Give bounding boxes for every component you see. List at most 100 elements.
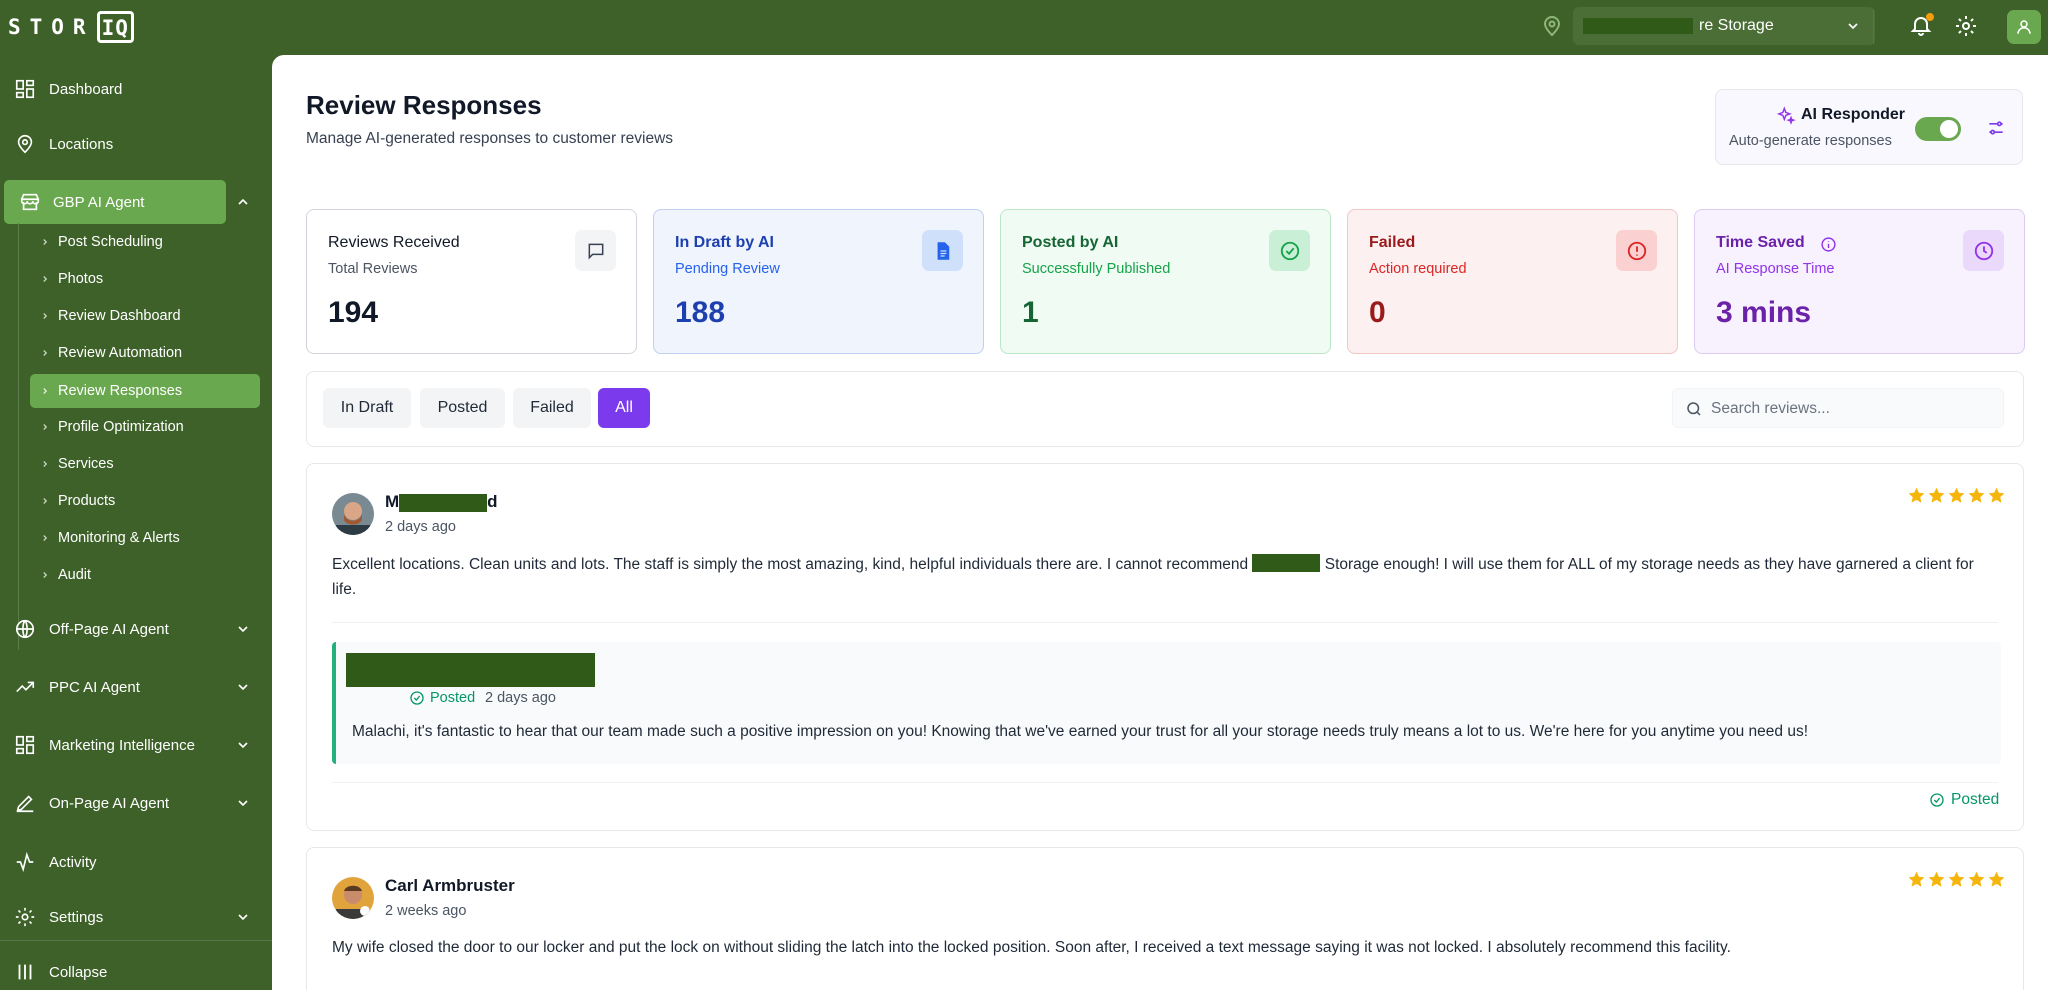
review-time: 2 days ago (385, 519, 456, 535)
sidebar-item-on-page-ai-agent[interactable]: On-Page AI Agent (0, 781, 272, 825)
reviewer-photo (332, 877, 374, 919)
submenu-line (18, 223, 19, 650)
reviewer-name: Carl Armbruster (385, 876, 515, 895)
reviewer-avatar (332, 493, 374, 535)
submenu-label: Services (58, 456, 114, 472)
chevron-right-icon (43, 276, 48, 282)
redacted-name (399, 493, 488, 512)
filter-bar: In Draft Posted Failed All Search review… (306, 371, 2024, 447)
sliders-icon[interactable] (1986, 118, 2006, 138)
redacted-business-name (1252, 554, 1321, 572)
sidebar-item-settings[interactable]: Settings (0, 895, 272, 939)
chevron-up-icon[interactable] (235, 194, 251, 210)
user-icon (2017, 20, 2031, 34)
page-title: Review Responses (306, 90, 542, 120)
sidebar-item-label: Marketing Intelligence (49, 736, 195, 754)
check-circle-icon (410, 691, 424, 705)
submenu-item-review-responses[interactable]: Review Responses (30, 374, 260, 408)
store-icon (20, 193, 40, 211)
pencil-icon (16, 795, 34, 813)
stat-icon-box (575, 230, 616, 271)
filter-tab-failed[interactable]: Failed (513, 388, 591, 428)
submenu-item-products[interactable]: Products (30, 485, 260, 517)
star-rating (1907, 870, 2006, 889)
filter-tab-in-draft[interactable]: In Draft (323, 388, 411, 428)
chevron-down-icon[interactable] (235, 909, 251, 925)
stat-value: 1 (1022, 296, 1039, 329)
stat-subtitle: Successfully Published (1022, 261, 1171, 277)
alert-circle-icon (1627, 241, 1646, 260)
chevron-down-icon[interactable] (235, 737, 251, 753)
info-icon[interactable] (1820, 236, 1837, 253)
submenu-item-review-automation[interactable]: Review Automation (30, 337, 260, 369)
search-input[interactable]: Search reviews... (1672, 388, 2004, 428)
stat-icon-box (1616, 230, 1657, 271)
submenu-label: Post Scheduling (58, 234, 163, 250)
redacted-store-name (1583, 18, 1693, 34)
submenu-item-audit[interactable]: Audit (30, 559, 260, 591)
submenu-item-review-dashboard[interactable]: Review Dashboard (30, 300, 260, 332)
sparkles-icon (1776, 106, 1796, 125)
sidebar-collapse-button[interactable]: Collapse (0, 950, 272, 990)
review-time: 2 weeks ago (385, 903, 467, 919)
top-divider (1873, 10, 1874, 44)
chevron-down-icon[interactable] (235, 679, 251, 695)
review-divider (332, 622, 1998, 623)
stat-value: 188 (675, 296, 726, 329)
ai-responder-title: AI Responder (1801, 106, 1906, 123)
sidebar-item-locations[interactable]: Locations (0, 122, 272, 166)
review-posted-label: Posted (1951, 791, 2000, 808)
sidebar-item-off-page-ai-agent[interactable]: Off-Page AI Agent (0, 607, 272, 651)
grid-icon (15, 79, 35, 99)
submenu-item-profile-optimization[interactable]: Profile Optimization (30, 411, 260, 443)
submenu-item-post-scheduling[interactable]: Post Scheduling (30, 226, 260, 258)
submenu-label: Audit (58, 567, 92, 583)
sidebar-item-gbp-ai-agent[interactable]: GBP AI Agent (0, 180, 272, 224)
redacted-responder-name (346, 653, 595, 687)
filter-tab-posted[interactable]: Posted (420, 388, 505, 428)
stat-value: 194 (328, 296, 379, 329)
document-icon (937, 241, 949, 260)
submenu-label: Photos (58, 271, 104, 287)
bars-icon (18, 964, 32, 980)
review-divider (332, 782, 1998, 783)
stat-title: Reviews Received (328, 234, 460, 251)
clock-icon (1974, 241, 1993, 260)
star-icon (1968, 487, 1985, 503)
message-icon (588, 243, 603, 259)
top-bar: STOR IQ re Storage (0, 0, 2048, 55)
store-selector[interactable]: re Storage (1573, 7, 1875, 45)
star-icon (1928, 487, 1945, 503)
chevron-down-icon[interactable] (235, 621, 251, 637)
star-icon (1948, 871, 1965, 887)
sidebar-item-marketing-intelligence[interactable]: Marketing Intelligence (0, 723, 272, 767)
stat-subtitle: Pending Review (675, 261, 780, 277)
reviewer-name: Md (385, 492, 498, 512)
star-icon (1988, 871, 2005, 887)
stat-value: 0 (1369, 296, 1386, 329)
user-avatar[interactable] (2007, 10, 2041, 44)
sidebar-item-dashboard[interactable]: Dashboard (0, 67, 272, 111)
filter-tab-all[interactable]: All (598, 388, 650, 428)
submenu-item-monitoring-alerts[interactable]: Monitoring & Alerts (30, 522, 260, 554)
star-icon (1948, 487, 1965, 503)
logo-text: STOR (8, 15, 95, 39)
ai-responder-subtitle: Auto-generate responses (1729, 133, 1892, 149)
response-text: Malachi, it's fantastic to hear that our… (352, 723, 1809, 740)
review-posted-status: Posted (1929, 791, 1999, 809)
stat-icon-box (922, 230, 963, 271)
sidebar-item-ppc-ai-agent[interactable]: PPC AI Agent (0, 665, 272, 709)
search-placeholder: Search reviews... (1711, 400, 1830, 417)
sidebar-item-label: GBP AI Agent (53, 193, 145, 211)
sidebar-item-activity[interactable]: Activity (0, 840, 272, 884)
stat-subtitle: AI Response Time (1716, 261, 1835, 277)
sidebar-item-label: Collapse (49, 963, 108, 981)
submenu-item-photos[interactable]: Photos (30, 263, 260, 295)
chevron-down-icon[interactable] (235, 795, 251, 811)
storiq-logo[interactable]: STOR IQ (8, 8, 134, 46)
stat-card-reviews-received: Reviews Received Total Reviews 194 (306, 209, 637, 354)
activity-icon (16, 851, 34, 873)
ai-responder-toggle[interactable] (1915, 117, 1961, 141)
gear-icon[interactable] (1954, 14, 1978, 38)
submenu-item-services[interactable]: Services (30, 448, 260, 480)
